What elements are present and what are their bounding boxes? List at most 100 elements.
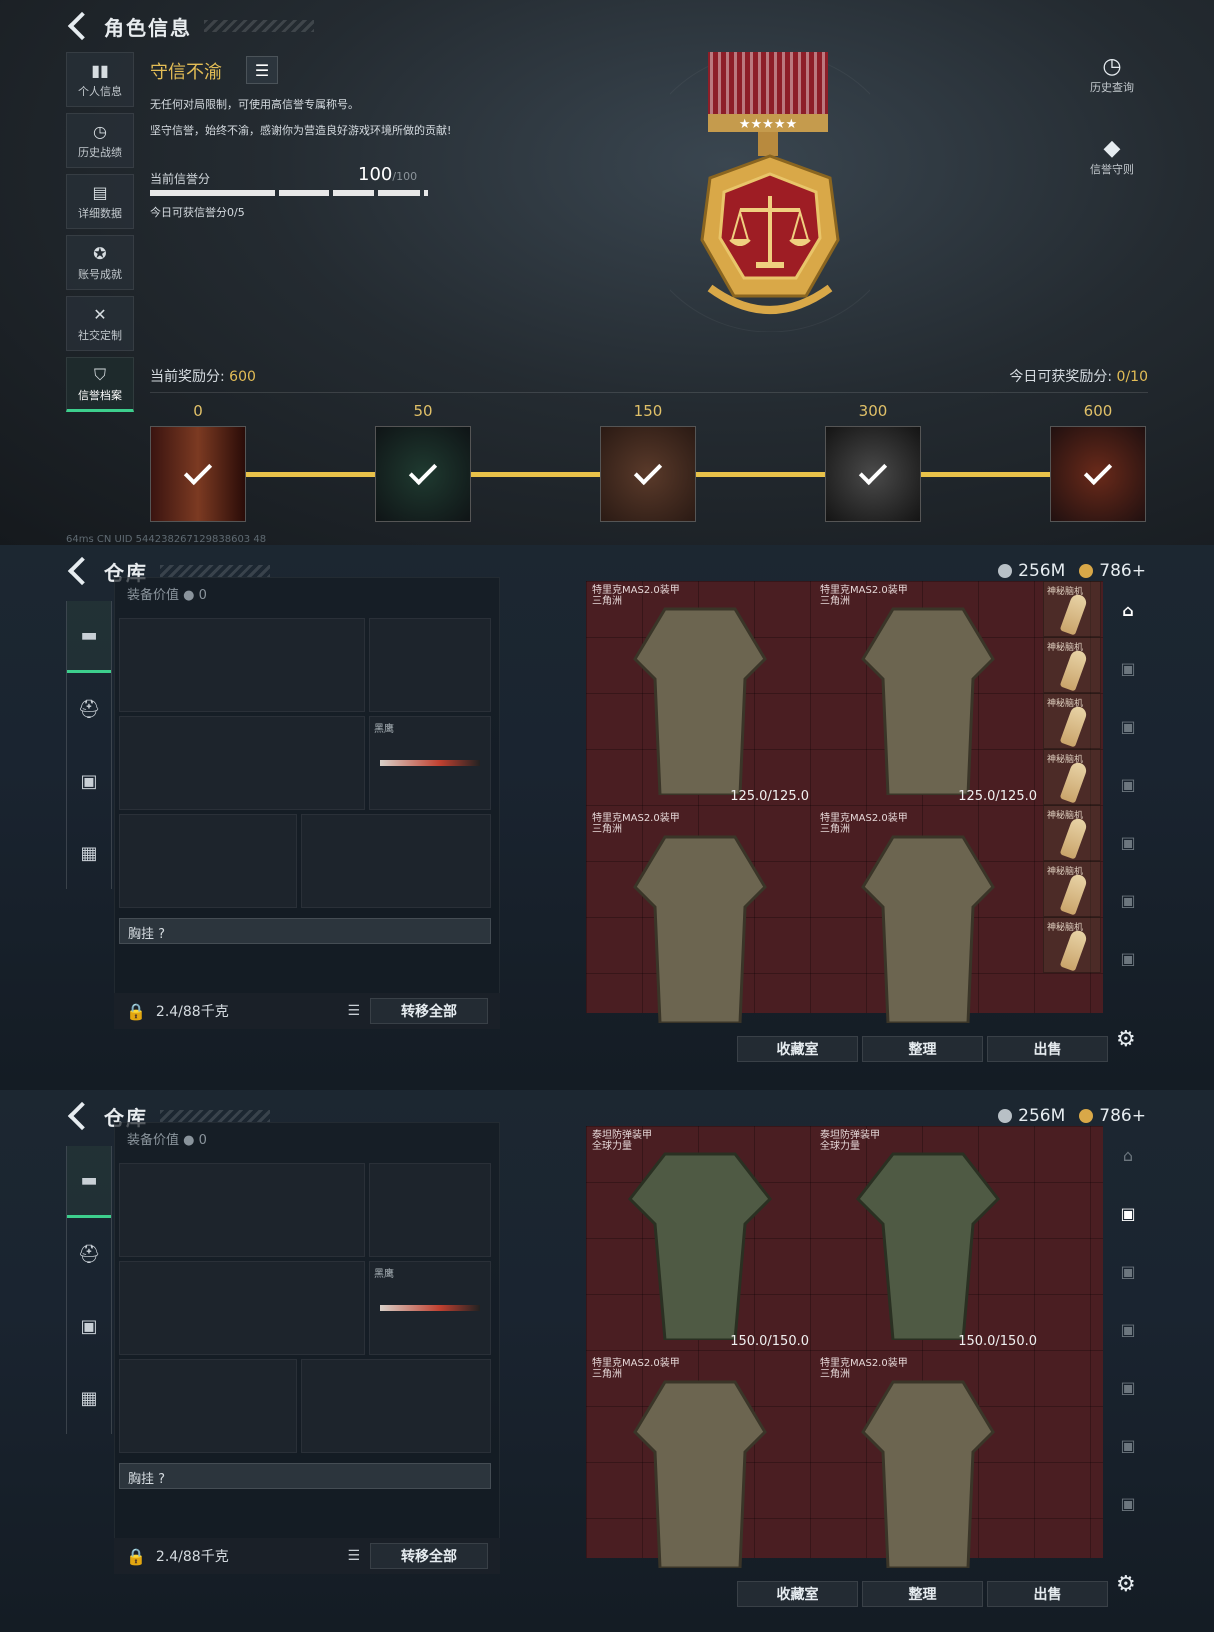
mystery-item[interactable]: 神秘脑机	[1043, 637, 1101, 693]
mystery-item[interactable]: 神秘脑机	[1043, 861, 1101, 917]
helmet-slot[interactable]	[119, 1359, 297, 1453]
secondary-weapon-slot[interactable]	[119, 716, 365, 810]
tab-all[interactable]: ⌂	[1110, 581, 1146, 639]
tab-page-2[interactable]: ▣	[1110, 1184, 1146, 1242]
back-icon[interactable]	[67, 11, 97, 41]
secondary-weapon-slot[interactable]	[119, 1261, 365, 1355]
nav-credit[interactable]: ⛉ 信誉档案	[66, 357, 134, 412]
check-icon	[1083, 456, 1113, 486]
tab-all[interactable]: ⌂	[1110, 1126, 1146, 1184]
armor-item[interactable]: 特里克MAS2.0装甲 三角洲	[586, 809, 813, 1036]
score-value: 100/100	[358, 164, 418, 185]
mystery-item[interactable]: 神秘脑机	[1043, 805, 1101, 861]
milestone-reward[interactable]	[1050, 426, 1146, 522]
header-stripe	[160, 1110, 270, 1122]
mystery-item[interactable]: 神秘脑机	[1043, 693, 1101, 749]
shield-icon: ⛉	[93, 364, 106, 384]
back-icon[interactable]	[67, 556, 97, 586]
milestone-reward[interactable]	[600, 426, 696, 522]
tab-page-3[interactable]: ▣	[1110, 1242, 1146, 1300]
backpack-icon: ▣	[80, 770, 98, 792]
mystery-item[interactable]: 神秘脑机	[1043, 749, 1101, 805]
storage-side-nav: ▬ ⛑ ▣ ▦	[66, 1146, 112, 1434]
nav-history[interactable]: ◷ 历史战绩	[66, 113, 134, 168]
nav-personal-info[interactable]: ▮▮ 个人信息	[66, 52, 134, 107]
sell-button[interactable]: 出售	[987, 1036, 1108, 1062]
tab-page-4[interactable]: ▣	[1110, 755, 1146, 813]
chest-rig-bar[interactable]: 胸挂 ?	[119, 1463, 491, 1489]
armor-item[interactable]: 特里克MAS2.0装甲 三角洲	[586, 1354, 813, 1581]
settings-icon[interactable]: ⚙	[1116, 1572, 1136, 1597]
nav-social[interactable]: ✕ 社交定制	[66, 296, 134, 351]
armor-item[interactable]: 特里克MAS2.0装甲 三角洲	[814, 809, 1041, 1036]
milestone-reward[interactable]	[150, 426, 246, 522]
tab-armor[interactable]: ⛑	[67, 673, 111, 745]
list-icon[interactable]: ☰	[347, 1003, 360, 1019]
nav-achievement[interactable]: ✪ 账号成就	[66, 235, 134, 290]
tab-case[interactable]: ▦	[67, 817, 111, 889]
milestone-label: 150	[633, 402, 663, 420]
tab-page-5[interactable]: ▣	[1110, 1358, 1146, 1416]
armor-slot[interactable]	[301, 814, 491, 908]
tab-page-6[interactable]: ▣	[1110, 1416, 1146, 1474]
melee-slot[interactable]: 黑鹰	[369, 1261, 491, 1355]
page-icon: ▣	[1120, 948, 1136, 968]
armor-item[interactable]: 泰坦防弹装甲 全球力量 150.0/150.0	[814, 1126, 1041, 1353]
armor-item[interactable]: 泰坦防弹装甲 全球力量 150.0/150.0	[586, 1126, 813, 1353]
primary-weapon-slot[interactable]	[119, 618, 365, 712]
pistol-slot[interactable]	[369, 1163, 491, 1257]
melee-label: 黑鹰	[374, 1269, 394, 1280]
profile-panel: 角色信息 ▮▮ 个人信息 ◷ 历史战绩 ▤ 详细数据 ✪ 账号成就 ✕ 社交定制 ⛉ 信誉档…	[0, 0, 1214, 545]
primary-weapon-slot[interactable]	[119, 1163, 365, 1257]
list-button[interactable]: ☰	[246, 56, 278, 84]
helmet-slot[interactable]	[119, 814, 297, 908]
transfer-all-button[interactable]: 转移全部	[370, 1543, 488, 1569]
milestone-reward[interactable]	[825, 426, 921, 522]
tab-page-4[interactable]: ▣	[1110, 1300, 1146, 1358]
collection-button[interactable]: 收藏室	[737, 1036, 858, 1062]
tab-page-6[interactable]: ▣	[1110, 871, 1146, 929]
credit-rules-button[interactable]: ◆ 信誉守则	[1072, 136, 1152, 177]
tab-bag[interactable]: ▣	[67, 745, 111, 817]
nav-detail-data[interactable]: ▤ 详细数据	[66, 174, 134, 229]
armor-item[interactable]: 特里克MAS2.0装甲 三角洲 125.0/125.0	[814, 581, 1041, 808]
currency-display: 256M 786+	[998, 1106, 1146, 1126]
bullet-image	[1059, 928, 1089, 972]
pistol-slot[interactable]	[369, 618, 491, 712]
tab-page-7[interactable]: ▣	[1110, 929, 1146, 987]
tab-page-2[interactable]: ▣	[1110, 639, 1146, 697]
tab-weapons[interactable]: ▬	[67, 1146, 111, 1218]
mystery-item[interactable]: 神秘脑机	[1043, 917, 1101, 973]
melee-slot[interactable]: 黑鹰	[369, 716, 491, 810]
tab-armor[interactable]: ⛑	[67, 1218, 111, 1290]
armor-item[interactable]: 特里克MAS2.0装甲 三角洲 125.0/125.0	[586, 581, 813, 808]
page-icon: ▣	[1120, 1319, 1136, 1339]
milestone-label: 300	[858, 402, 888, 420]
helmet-icon: ⛑	[77, 1243, 101, 1265]
tab-weapons[interactable]: ▬	[67, 601, 111, 673]
back-icon[interactable]	[67, 1101, 97, 1131]
collection-button[interactable]: 收藏室	[737, 1581, 858, 1607]
check-icon	[183, 456, 213, 486]
sort-button[interactable]: 整理	[862, 1036, 983, 1062]
tab-case[interactable]: ▦	[67, 1362, 111, 1434]
armor-image	[855, 1152, 1000, 1340]
milestone-reward[interactable]	[375, 426, 471, 522]
settings-icon[interactable]: ⚙	[1116, 1027, 1136, 1052]
tab-page-3[interactable]: ▣	[1110, 697, 1146, 755]
tab-page-5[interactable]: ▣	[1110, 813, 1146, 871]
armor-item[interactable]: 特里克MAS2.0装甲 三角洲	[814, 1354, 1041, 1581]
transfer-all-button[interactable]: 转移全部	[370, 998, 488, 1024]
divider	[150, 392, 1148, 393]
mystery-item[interactable]: 神秘脑机	[1043, 581, 1101, 637]
tab-page-7[interactable]: ▣	[1110, 1474, 1146, 1532]
history-query-button[interactable]: ◷ 历史查询	[1072, 54, 1152, 95]
list-icon[interactable]: ☰	[347, 1548, 360, 1564]
chest-rig-bar[interactable]: 胸挂 ?	[119, 918, 491, 944]
sell-button[interactable]: 出售	[987, 1581, 1108, 1607]
page-icon: ▣	[1120, 1493, 1136, 1513]
tab-bag[interactable]: ▣	[67, 1290, 111, 1362]
sort-button[interactable]: 整理	[862, 1581, 983, 1607]
armor-slot[interactable]	[301, 1359, 491, 1453]
data-icon: ▤	[92, 182, 108, 202]
